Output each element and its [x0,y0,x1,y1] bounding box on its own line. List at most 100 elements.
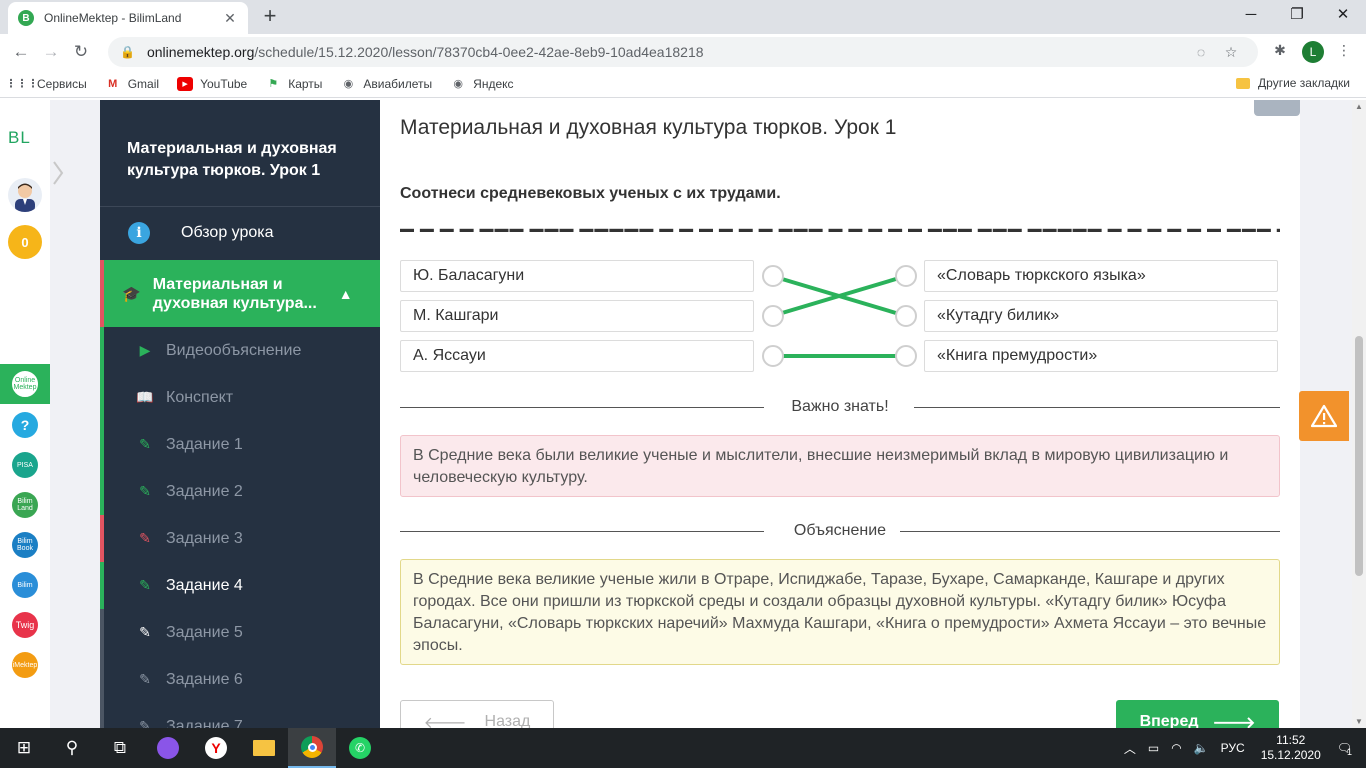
yandex-browser-icon[interactable]: Y [192,728,240,768]
back-arrow-icon[interactable]: ← [6,42,36,62]
corner-tab[interactable] [1254,100,1300,116]
forward-arrow-icon[interactable]: → [36,42,66,62]
sidebar-item-task-4[interactable]: ✎ Задание 4 [100,562,380,609]
maximize-button[interactable]: ❐ [1274,0,1320,30]
help-icon[interactable]: ? [12,412,38,438]
chevron-up-icon[interactable]: ▲ [339,286,353,302]
next-button[interactable]: Вперед 🡒 [1116,700,1279,728]
pisa-app-icon[interactable]: PISA [12,452,38,478]
whatsapp-icon[interactable]: ✆ [336,728,384,768]
other-bookmarks[interactable]: Другие закладки [1236,76,1350,90]
close-window-button[interactable]: ✕ [1320,0,1366,30]
coins-badge[interactable]: 0 [8,225,42,259]
task-view-icon[interactable]: ⧉ [96,728,144,768]
bookmark-maps[interactable]: ⚑ Карты [265,77,322,91]
match-left-item[interactable]: А. Яссауи [400,340,754,372]
tray-expand-icon[interactable]: ︿ [1124,740,1136,757]
rail-expand-chevron-icon[interactable] [50,158,68,188]
progress-dashes: ▬ ▬ ▬ ▬ ▬▬▬ ▬▬▬ ▬▬▬▬▬ ▬ ▬ ▬ ▬ ▬ ▬ ▬▬▬ ▬ … [400,224,1280,232]
match-right-connector[interactable] [895,345,917,367]
sidebar-item-label: Задание 5 [166,623,243,641]
sidebar-item-task-7[interactable]: ✎ Задание 7 [100,703,380,728]
notifications-icon[interactable]: 🗨 1 [1337,741,1352,757]
match-right-connector[interactable] [895,265,917,287]
chrome-icon[interactable] [288,728,336,768]
sidebar-item-task-2[interactable]: ✎ Задание 2 [100,468,380,515]
search-icon[interactable]: ⚲ [48,728,96,768]
sidebar-item-task-5[interactable]: ✎ Задание 5 [100,609,380,656]
address-bar[interactable]: 🔒 onlinemektep.org/schedule/15.12.2020/l… [108,37,1258,67]
match-left-connector[interactable] [762,305,784,327]
page-scrollbar[interactable]: ▲ ▼ [1352,100,1366,728]
apps-grid-icon: ⋮⋮⋮ [5,78,39,90]
page-title: Материальная и духовная культура тюрков.… [400,116,897,139]
menu-dots-icon[interactable]: ⋮ [1334,42,1354,59]
report-issue-button[interactable] [1299,391,1349,441]
match-left-item[interactable]: М. Кашгари [400,300,754,332]
sidebar-item-task-3[interactable]: ✎ Задание 3 [100,515,380,562]
sidebar-item-label: Задание 4 [166,576,243,594]
match-left-connector[interactable] [762,345,784,367]
globe-icon: ◉ [343,78,354,90]
volume-icon[interactable]: 🔈 [1194,741,1209,755]
back-button[interactable]: 🡐 Назад [400,700,554,728]
minimize-button[interactable]: ─ [1228,0,1274,30]
arrow-right-icon: 🡒 [1212,714,1256,729]
globe-icon: ◉ [453,78,463,90]
alice-assistant-icon[interactable] [144,728,192,768]
match-right-item[interactable]: «Кутадгу билик» [924,300,1278,332]
clock[interactable]: 11:52 15.12.2020 [1261,733,1321,763]
bookmark-yandex[interactable]: ◉ Яндекс [450,77,513,91]
windows-start-icon[interactable]: ⊞ [0,728,48,768]
sidebar-section-current[interactable]: 🎓 Материальная и духовная культура... ▲ [100,260,380,327]
match-right-item[interactable]: «Словарь тюркского языка» [924,260,1278,292]
bookmark-services[interactable]: ⋮⋮⋮ Сервисы [5,77,87,91]
reload-icon[interactable]: ↻ [66,42,96,62]
close-tab-icon[interactable]: ✕ [222,10,238,27]
url-text: onlinemektep.org/schedule/15.12.2020/les… [146,44,704,60]
bookmark-flights[interactable]: ◉ Авиабилеты [340,77,433,91]
info-icon: i [128,222,150,244]
twig-app-icon[interactable]: Twig [12,612,38,638]
next-button-label: Вперед [1139,713,1199,728]
sidebar-item-summary[interactable]: 📖 Конспект [100,374,380,421]
sidebar-item-label: Задание 1 [166,435,243,453]
bilim-app-icon[interactable]: Bilim [12,572,38,598]
browser-toolbar: ← → ↻ 🔒 onlinemektep.org/schedule/15.12.… [0,34,1366,70]
wifi-icon[interactable]: ◠ [1171,741,1181,755]
scroll-down-icon[interactable]: ▼ [1352,717,1366,726]
match-right-connector[interactable] [895,305,917,327]
bookmark-gmail[interactable]: M Gmail [105,77,159,91]
imektep-app-icon[interactable]: iMektep [12,652,38,678]
online-mektep-app-icon[interactable]: Online Mektep [12,371,38,397]
profile-avatar[interactable]: L [1302,41,1324,63]
avatar[interactable] [8,178,42,212]
bilimland-app-icon[interactable]: Bilim Land [12,492,38,518]
sidebar-item-label: Обзор урока [181,224,274,241]
bilimbook-app-icon[interactable]: Bilim Book [12,532,38,558]
bookmark-youtube[interactable]: ▶ YouTube [177,76,247,91]
match-right-item[interactable]: «Книга премудрости» [924,340,1278,372]
sidebar-item-video[interactable]: ▶ Видеообъяснение [100,327,380,374]
sidebar-item-task-1[interactable]: ✎ Задание 1 [100,421,380,468]
battery-icon[interactable]: ▭ [1148,741,1159,755]
language-indicator[interactable]: РУС [1221,741,1245,755]
clock-time: 11:52 [1276,733,1306,747]
scroll-up-icon[interactable]: ▲ [1352,102,1366,111]
new-tab-button[interactable]: + [258,5,282,27]
sidebar-item-label: Конспект [166,388,234,406]
browser-tab[interactable]: B OnlineMektep - BilimLand ✕ [8,2,248,34]
file-explorer-icon[interactable] [240,728,288,768]
star-icon[interactable]: ☆ [1216,44,1246,61]
extensions-icon[interactable]: ✱ [1270,42,1290,59]
eye-off-icon[interactable]: ◌ [1186,44,1216,60]
match-left-item[interactable]: Ю. Баласагуни [400,260,754,292]
explanation-heading: Объяснение [793,522,887,539]
sidebar-item-overview[interactable]: i Обзор урока [100,207,380,259]
scrollbar-thumb[interactable] [1355,336,1363,576]
lesson-sidebar: Материальная и духовная культура тюрков.… [100,100,380,728]
sidebar-item-label: Задание 2 [166,482,243,500]
edit-icon: ✎ [139,671,151,687]
match-left-connector[interactable] [762,265,784,287]
sidebar-item-task-6[interactable]: ✎ Задание 6 [100,656,380,703]
